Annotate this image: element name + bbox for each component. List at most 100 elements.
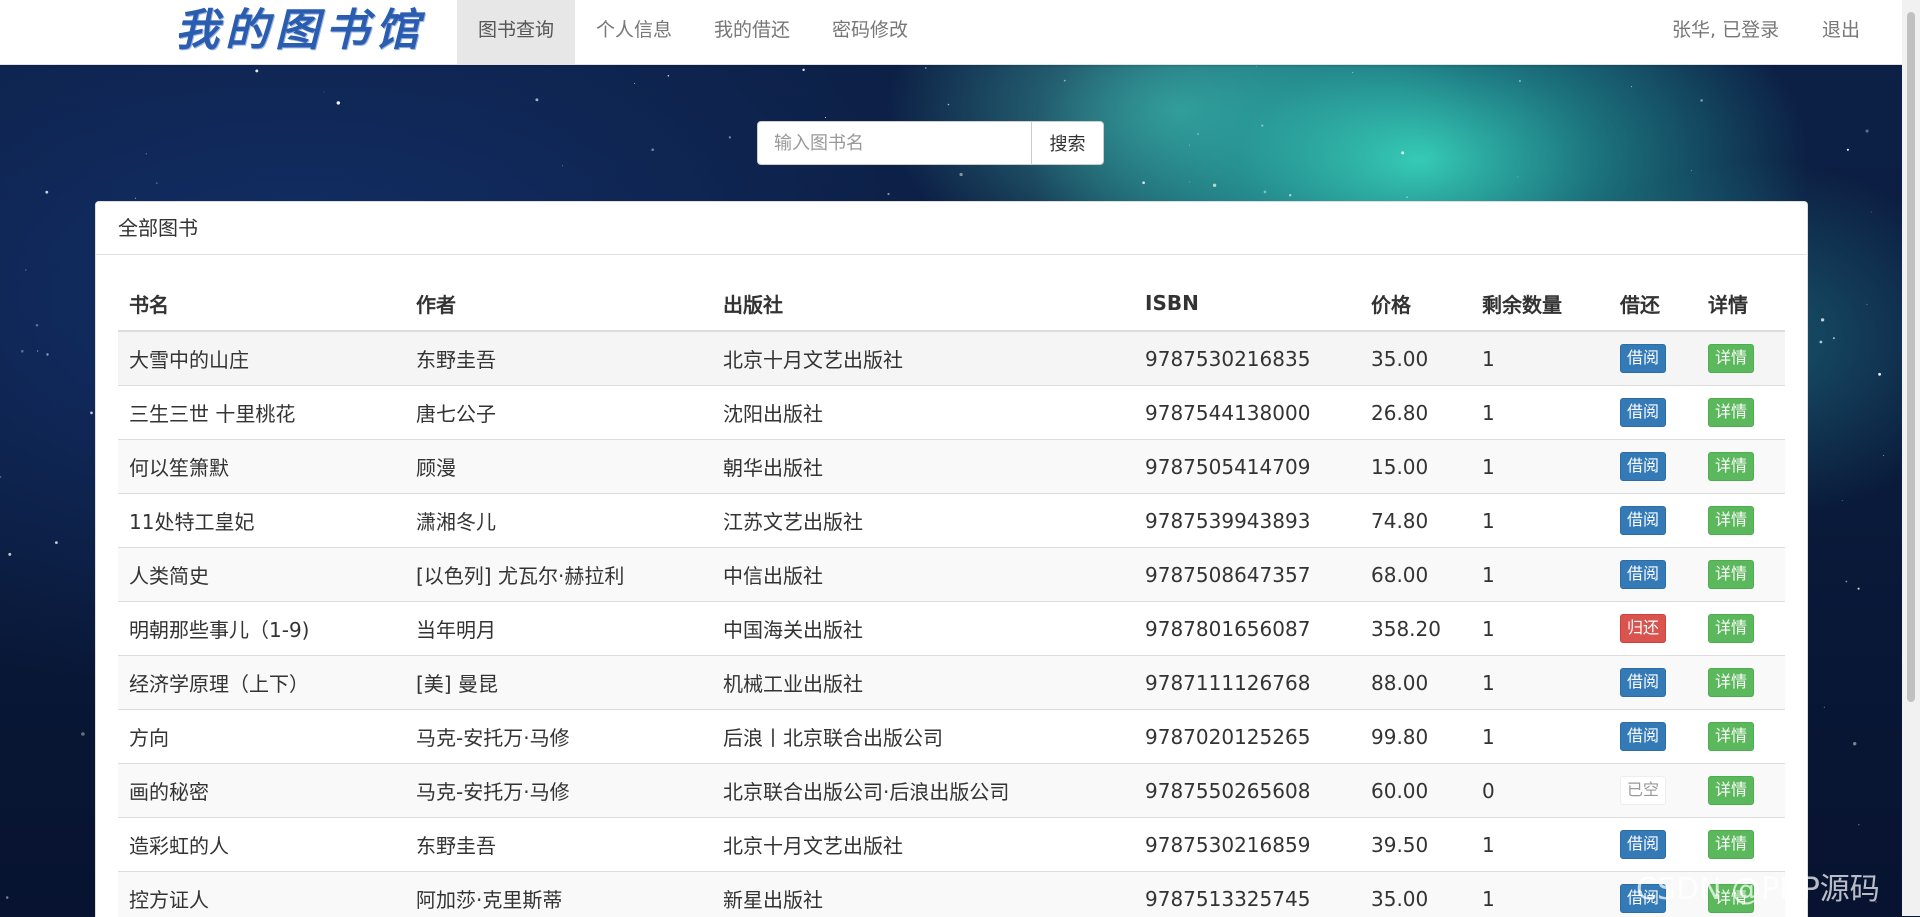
detail-cell: 详情 (1697, 548, 1785, 602)
borrow-return-cell: 归还 (1609, 602, 1697, 656)
table-row: 11处特工皇妃潇湘冬儿江苏文艺出版社978753994389374.801借阅详… (118, 494, 1785, 548)
star (25, 269, 26, 270)
return-button[interactable]: 归还 (1620, 614, 1666, 643)
borrow-button[interactable]: 借阅 (1620, 506, 1666, 535)
table-header-row: 书名 作者 出版社 ISBN 价格 剩余数量 借还 详情 (118, 276, 1785, 331)
star (37, 350, 38, 351)
nav-item-book-search[interactable]: 图书查询 (457, 0, 575, 64)
borrow-return-cell: 借阅 (1609, 656, 1697, 710)
detail-button[interactable]: 详情 (1708, 614, 1754, 643)
book-author-cell: 顾漫 (405, 440, 712, 494)
borrow-button[interactable]: 借阅 (1620, 668, 1666, 697)
book-isbn-cell: 9787530216835 (1134, 331, 1360, 386)
book-price-cell: 39.50 (1360, 818, 1471, 872)
star (135, 198, 136, 199)
star (1833, 337, 1835, 339)
book-title-cell: 造彩虹的人 (118, 818, 405, 872)
star (1264, 191, 1267, 194)
book-title-cell: 画的秘密 (118, 764, 405, 818)
book-title-cell: 何以笙箫默 (118, 440, 405, 494)
star (1866, 304, 1867, 305)
star (1289, 194, 1291, 196)
star (887, 193, 889, 195)
all-books-panel: 全部图书 书名 作者 出版社 ISBN 价格 剩余数量 借还 详情 大雪中的山庄… (95, 201, 1808, 917)
star (1858, 588, 1860, 590)
borrow-button[interactable]: 借阅 (1620, 452, 1666, 481)
star (1256, 66, 1257, 67)
table-row: 方向马克-安托万·马修后浪丨北京联合出版公司978702012526599.80… (118, 710, 1785, 764)
logout-link[interactable]: 退出 (1822, 0, 1860, 60)
book-author-cell: 马克-安托万·马修 (405, 710, 712, 764)
book-publisher-cell: 中信出版社 (712, 548, 1134, 602)
star (1142, 181, 1145, 184)
borrow-button[interactable]: 借阅 (1620, 722, 1666, 751)
book-isbn-cell: 9787530216859 (1134, 818, 1360, 872)
book-publisher-cell: 新星出版社 (712, 872, 1134, 917)
star (1821, 318, 1824, 321)
star (1197, 133, 1199, 135)
star (1189, 182, 1190, 183)
detail-button[interactable]: 详情 (1708, 830, 1754, 859)
borrow-button[interactable]: 借阅 (1620, 344, 1666, 373)
table-row: 画的秘密马克-安托万·马修北京联合出版公司·后浪出版公司978755026560… (118, 764, 1785, 818)
page-scrollbar[interactable] (1902, 0, 1920, 916)
column-header-author: 作者 (405, 276, 712, 331)
search-button[interactable]: 搜索 (1031, 121, 1104, 165)
book-price-cell: 74.80 (1360, 494, 1471, 548)
detail-button[interactable]: 详情 (1708, 560, 1754, 589)
detail-button[interactable]: 详情 (1708, 722, 1754, 751)
book-publisher-cell: 北京联合出版公司·后浪出版公司 (712, 764, 1134, 818)
column-header-borrow-return: 借还 (1609, 276, 1697, 331)
detail-button[interactable]: 详情 (1708, 398, 1754, 427)
star (925, 67, 926, 68)
book-price-cell: 358.20 (1360, 602, 1471, 656)
book-isbn-cell: 9787111126768 (1134, 656, 1360, 710)
column-header-price: 价格 (1360, 276, 1471, 331)
table-row: 三生三世 十里桃花唐七公子沈阳出版社978754413800026.801借阅详… (118, 386, 1785, 440)
table-row: 经济学原理（上下）[美] 曼昆机械工业出版社978711112676888.00… (118, 656, 1785, 710)
detail-button[interactable]: 详情 (1708, 668, 1754, 697)
star (0, 476, 1, 478)
book-publisher-cell: 中国海关出版社 (712, 602, 1134, 656)
star (1213, 184, 1216, 187)
borrow-return-cell: 已空 (1609, 764, 1697, 818)
star (1064, 80, 1066, 82)
book-author-cell: 唐七公子 (405, 386, 712, 440)
detail-button[interactable]: 详情 (1708, 776, 1754, 805)
book-price-cell: 35.00 (1360, 872, 1471, 917)
brand-logo[interactable]: 我的图书馆 (175, 2, 425, 60)
star (1406, 197, 1407, 198)
table-row: 大雪中的山庄东野圭吾北京十月文艺出版社978753021683535.001借阅… (118, 331, 1785, 386)
book-author-cell: [美] 曼昆 (405, 656, 712, 710)
book-stock-cell: 1 (1471, 386, 1609, 440)
borrow-button[interactable]: 借阅 (1620, 830, 1666, 859)
book-author-cell: 东野圭吾 (405, 331, 712, 386)
column-header-stock: 剩余数量 (1471, 276, 1609, 331)
book-stock-cell: 1 (1471, 710, 1609, 764)
star (562, 165, 563, 166)
scrollbar-thumb[interactable] (1907, 12, 1915, 702)
star (729, 136, 731, 138)
book-isbn-cell: 9787539943893 (1134, 494, 1360, 548)
book-price-cell: 99.80 (1360, 710, 1471, 764)
book-isbn-cell: 9787550265608 (1134, 764, 1360, 818)
book-isbn-cell: 9787544138000 (1134, 386, 1360, 440)
table-row: 何以笙箫默顾漫朝华出版社978750541470915.001借阅详情 (118, 440, 1785, 494)
star (45, 191, 48, 194)
nav-item-my-borrows[interactable]: 我的借还 (693, 0, 811, 64)
detail-cell: 详情 (1697, 331, 1785, 386)
detail-button[interactable]: 详情 (1708, 506, 1754, 535)
book-publisher-cell: 北京十月文艺出版社 (712, 818, 1134, 872)
book-author-cell: 当年明月 (405, 602, 712, 656)
book-search-input[interactable] (757, 121, 1032, 165)
top-navbar: 我的图书馆 图书查询 个人信息 我的借还 密码修改 张华, 已登录 退出 (0, 0, 1902, 65)
nav-item-personal-info[interactable]: 个人信息 (575, 0, 693, 64)
star (1261, 125, 1263, 127)
nav-item-change-password[interactable]: 密码修改 (811, 0, 929, 64)
borrow-button[interactable]: 借阅 (1620, 398, 1666, 427)
user-status[interactable]: 张华, 已登录 (1672, 0, 1779, 60)
borrow-button[interactable]: 借阅 (1620, 560, 1666, 589)
detail-button[interactable]: 详情 (1708, 344, 1754, 373)
book-isbn-cell: 9787505414709 (1134, 440, 1360, 494)
detail-button[interactable]: 详情 (1708, 452, 1754, 481)
